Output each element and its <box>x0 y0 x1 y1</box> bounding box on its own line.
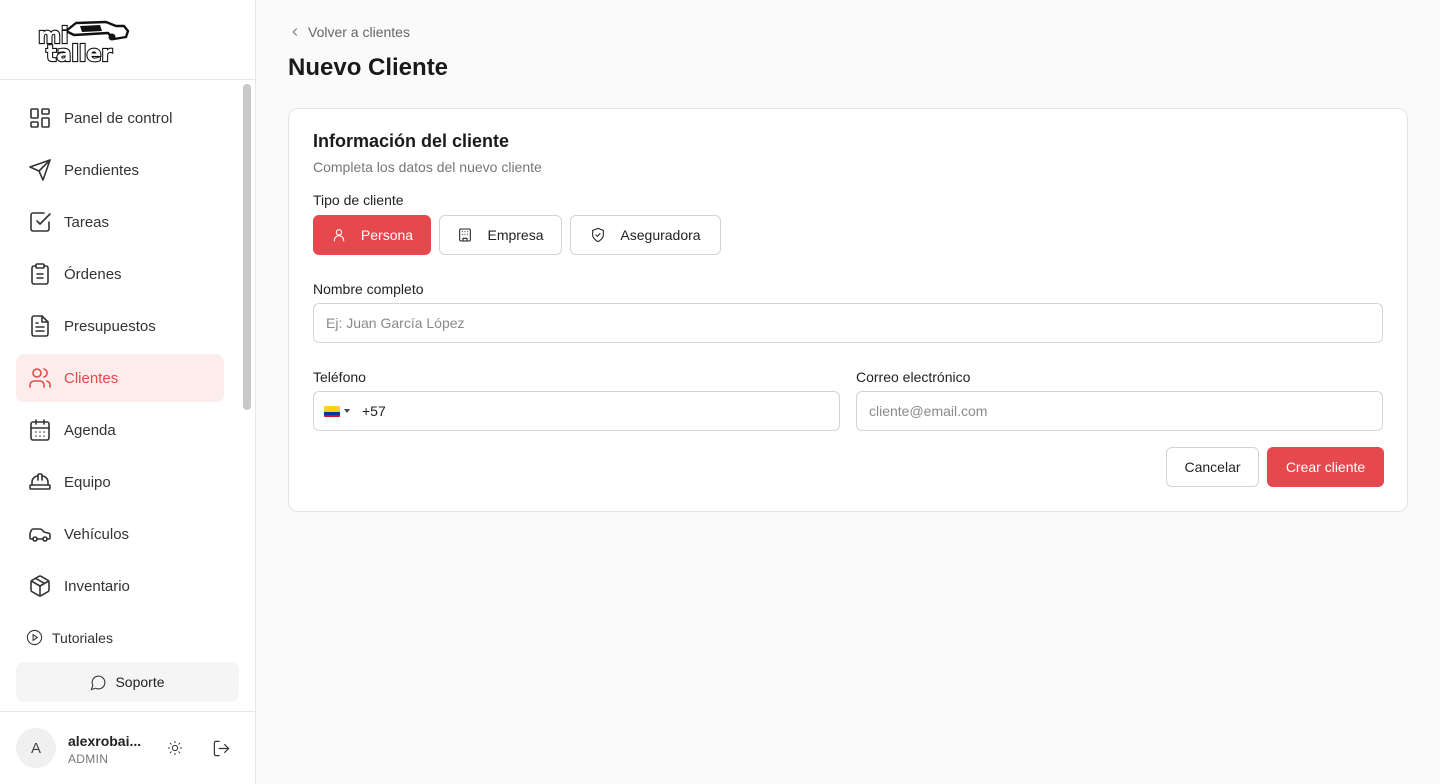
chevron-down-icon[interactable] <box>344 409 350 413</box>
sidebar-item-label: Órdenes <box>64 265 122 283</box>
client-info-card: Información del cliente Completa los dat… <box>288 108 1408 512</box>
checkbox-icon <box>28 210 52 234</box>
sidebar-item-label: Agenda <box>64 421 116 439</box>
building-icon <box>459 228 472 242</box>
tutorials-link[interactable]: Tutoriales <box>26 629 113 646</box>
tutorials-label: Tutoriales <box>52 629 113 646</box>
type-aseguradora-button[interactable]: Aseguradora <box>570 215 721 255</box>
sidebar-item-presupuestos[interactable]: Presupuestos <box>16 302 224 350</box>
sidebar-item-clientes[interactable]: Clientes <box>16 354 224 402</box>
sidebar-item-label: Clientes <box>64 369 119 387</box>
back-to-clients-link[interactable]: Volver a clientes <box>288 24 410 40</box>
dashboard-icon <box>28 106 52 130</box>
type-empresa-label: Empresa <box>487 227 544 243</box>
type-empresa-button[interactable]: Empresa <box>439 215 562 255</box>
sidebar-item-label: Equipo <box>64 473 111 491</box>
document-icon <box>28 314 52 338</box>
create-client-button[interactable]: Crear cliente <box>1267 447 1384 487</box>
message-circle-icon <box>91 675 106 690</box>
type-persona-label: Persona <box>360 227 414 243</box>
support-label: Soporte <box>115 674 165 690</box>
calendar-icon <box>28 418 52 442</box>
sidebar-item-label: Pendientes <box>64 161 140 179</box>
mi-taller-logo[interactable]: mi taller <box>36 17 130 63</box>
sidebar-item-label: Tareas <box>64 213 110 231</box>
logout-icon <box>213 740 229 756</box>
email-input[interactable] <box>856 391 1383 431</box>
support-button[interactable]: Soporte <box>16 662 239 702</box>
phone-dial-code: +57 <box>362 403 386 419</box>
shield-icon <box>592 227 605 243</box>
card-title: Información del cliente <box>313 131 510 151</box>
client-type-label: Tipo de cliente <box>313 192 404 208</box>
back-label: Volver a clientes <box>308 24 410 40</box>
user-bar: A alexrobai... ADMIN <box>0 711 256 784</box>
send-icon <box>28 158 52 182</box>
sidebar: mi taller Panel de control Pendientes Ta… <box>0 0 256 784</box>
sidebar-item-panel-de-control[interactable]: Panel de control <box>16 94 224 142</box>
cancel-button[interactable]: Cancelar <box>1166 447 1259 487</box>
sidebar-item-inventario[interactable]: Inventario <box>16 562 224 610</box>
sidebar-item-label: Inventario <box>64 577 130 595</box>
full-name-input[interactable] <box>313 303 1383 343</box>
logout-button[interactable] <box>211 738 231 758</box>
clipboard-icon <box>28 262 52 286</box>
sidebar-item-tareas[interactable]: Tareas <box>16 198 224 246</box>
type-persona-button[interactable]: Persona <box>313 215 431 255</box>
email-label: Correo electrónico <box>856 369 971 385</box>
sidebar-scrollbar[interactable] <box>243 84 251 410</box>
car-icon <box>28 522 52 546</box>
sidebar-item-label: Panel de control <box>64 109 173 127</box>
chevron-left-icon <box>292 28 298 36</box>
avatar[interactable]: A <box>16 728 56 768</box>
sidebar-item-vehiculos[interactable]: Vehículos <box>16 510 224 558</box>
box-icon <box>28 574 52 598</box>
sidebar-nav: Panel de control Pendientes Tareas Órden… <box>0 80 256 610</box>
user-role: ADMIN <box>68 752 109 766</box>
logo-area: mi taller <box>0 0 255 80</box>
sidebar-item-ordenes[interactable]: Órdenes <box>16 250 224 298</box>
sidebar-item-agenda[interactable]: Agenda <box>16 406 224 454</box>
sidebar-item-pendientes[interactable]: Pendientes <box>16 146 224 194</box>
sidebar-item-label: Presupuestos <box>64 317 156 335</box>
card-subtitle: Completa los datos del nuevo cliente <box>313 159 542 175</box>
sidebar-item-equipo[interactable]: Equipo <box>16 458 224 506</box>
nav-scroll-area: Panel de control Pendientes Tareas Órden… <box>0 80 256 615</box>
play-circle-icon <box>26 629 43 646</box>
phone-label: Teléfono <box>313 369 366 385</box>
name-label: Nombre completo <box>313 281 424 297</box>
svg-text:taller: taller <box>46 42 112 63</box>
sun-icon <box>167 740 183 756</box>
sidebar-item-label: Vehículos <box>64 525 130 543</box>
users-icon <box>28 366 52 390</box>
hardhat-icon <box>28 470 52 494</box>
user-name: alexrobai... <box>68 733 142 749</box>
user-icon <box>333 229 345 242</box>
theme-toggle-button[interactable] <box>165 738 185 758</box>
colombia-flag-icon[interactable] <box>324 406 340 417</box>
page-title: Nuevo Cliente <box>288 54 449 81</box>
type-aseguradora-label: Aseguradora <box>620 227 701 243</box>
phone-field[interactable]: +57 <box>313 391 840 431</box>
